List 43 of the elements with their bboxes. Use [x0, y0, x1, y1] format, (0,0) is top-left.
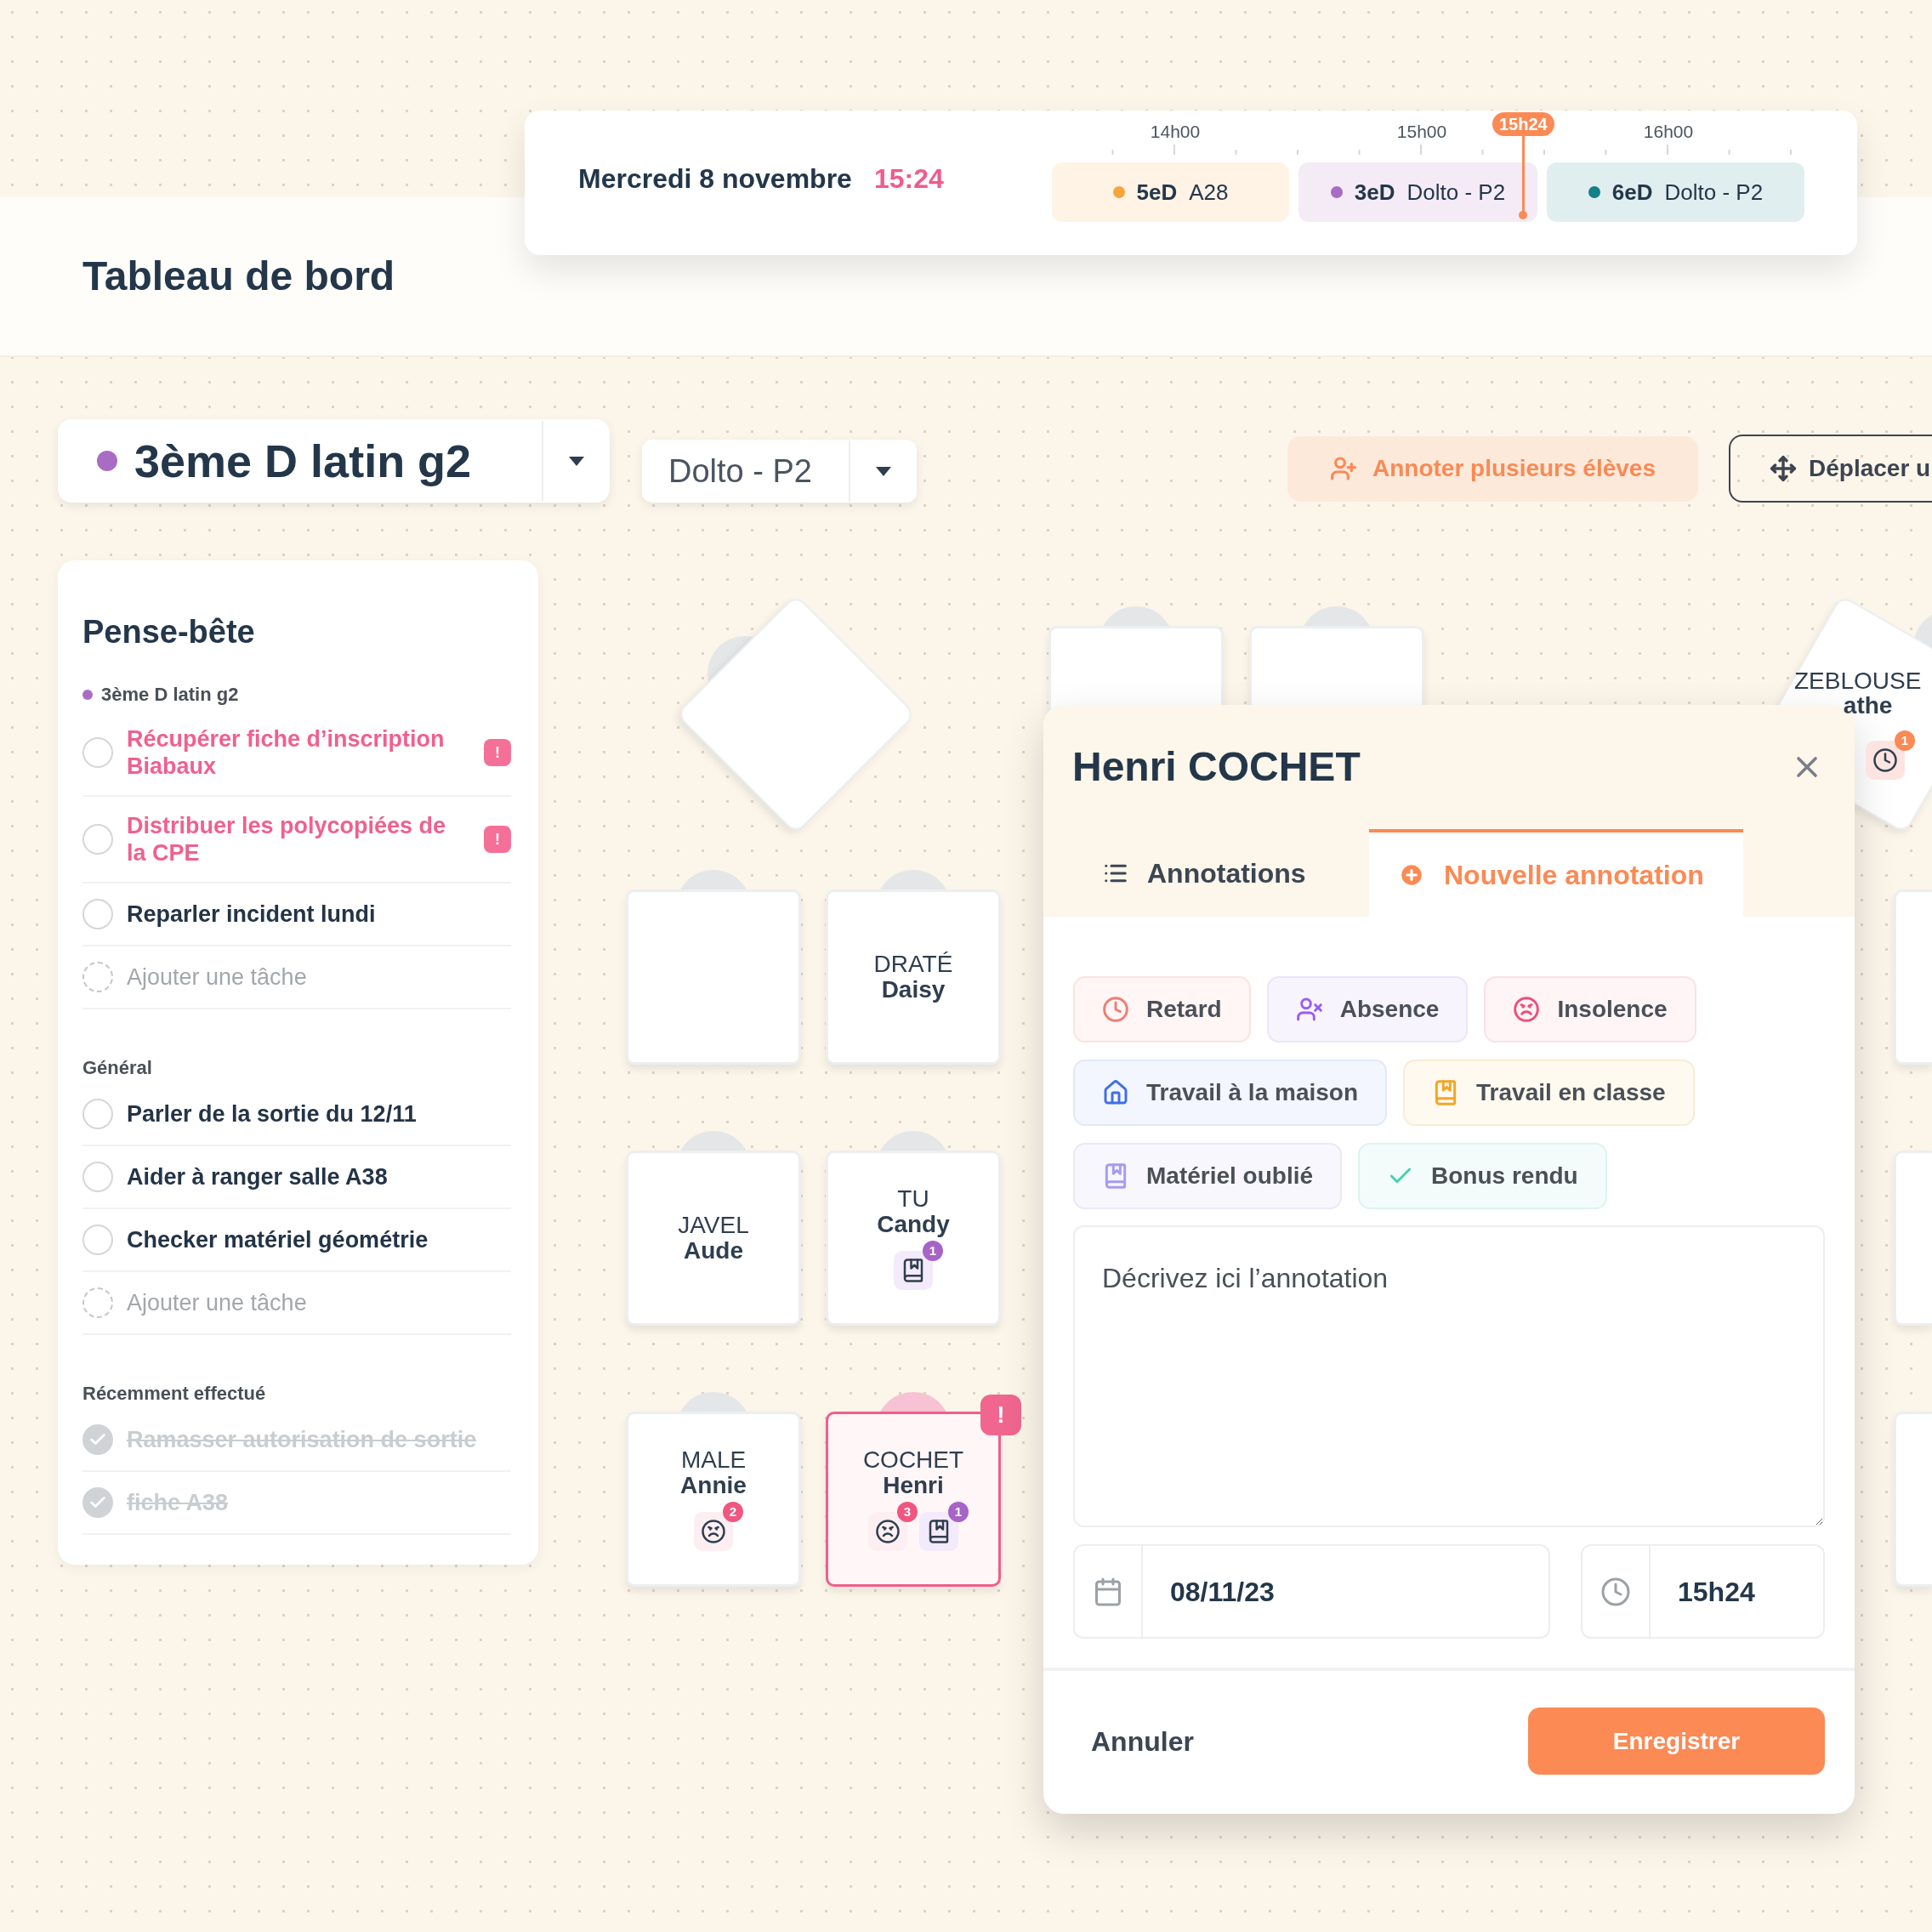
student-last-name: COCHET [862, 1447, 964, 1473]
dialog-title: Henri COCHET [1072, 743, 1361, 791]
urgent-badge: ! [484, 826, 511, 853]
student-first-name: athe [1843, 694, 1894, 718]
task-text: Récupérer fiche d’inscription Biabaux [127, 725, 446, 780]
student-last-name: JAVEL [678, 1213, 749, 1238]
section-heading: 3ème D latin g2 [101, 683, 239, 707]
count-badge: 3 [897, 1502, 918, 1522]
urgent-badge: ! [484, 739, 511, 766]
student-first-name: Aude [684, 1238, 743, 1264]
lesson-class: 6eD [1611, 178, 1653, 207]
notes-title: Pense-bête [82, 613, 256, 651]
task-text: Distribuer les polycopiées de la CPE [127, 812, 447, 867]
student-first-name: Daisy [881, 977, 946, 1003]
alert-badge: ! [980, 1395, 1021, 1435]
task-text: Parler de la sortie du 12/11 [127, 1100, 418, 1128]
current-date: Mercredi 8 novembre [578, 162, 852, 196]
student-first-name: Henri [883, 1473, 944, 1498]
student-first-name: Annie [680, 1473, 747, 1498]
lesson-room: Dolto - P2 [1664, 178, 1764, 207]
hour-label: 16h00 [1643, 121, 1694, 144]
student-last-name: ZEBLOUSE [1794, 668, 1922, 694]
current-time: 15:24 [873, 162, 944, 196]
lesson-room: Dolto - P2 [1406, 178, 1506, 207]
task-text: Checker matériel géométrie [127, 1226, 429, 1253]
lesson-class: 3eD [1354, 178, 1395, 207]
hour-label: 14h00 [1150, 121, 1201, 144]
student-last-name: TU [897, 1186, 929, 1212]
section-heading: Récemment effectué [82, 1382, 266, 1406]
count-badge: 1 [948, 1502, 969, 1522]
hour-label: 15h00 [1396, 121, 1447, 144]
student-last-name: DRATÉ [873, 952, 953, 977]
now-label: 15h24 [1492, 112, 1554, 136]
count-badge: 2 [723, 1502, 743, 1522]
lesson-room: A28 [1189, 178, 1229, 207]
student-last-name: MALE [680, 1447, 747, 1473]
lesson-class: 5eD [1136, 178, 1178, 207]
task-text: Aider à ranger salle A38 [127, 1163, 389, 1190]
task-text: Reparler incident lundi [127, 901, 377, 928]
student-first-name: Candy [877, 1212, 950, 1237]
page-title: Tableau de bord [82, 253, 395, 300]
section-heading: Général [82, 1056, 152, 1080]
count-badge: 1 [923, 1241, 943, 1261]
